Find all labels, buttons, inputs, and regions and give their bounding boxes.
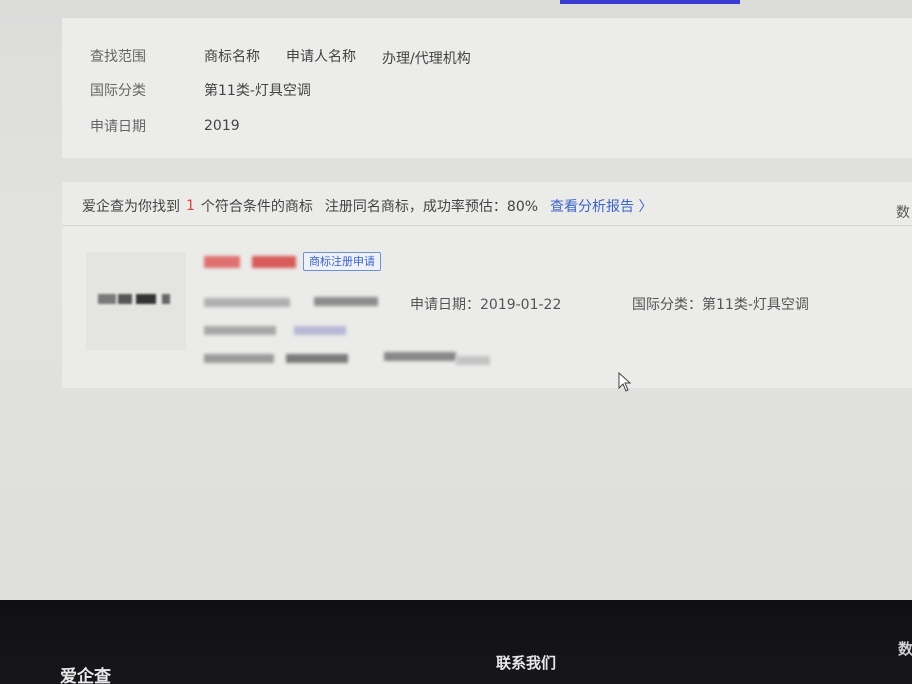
footer-brand[interactable]: 爱企查: [60, 662, 111, 684]
redacted-field: [314, 297, 378, 306]
class-value[interactable]: 第11类-灯具空调: [204, 80, 311, 100]
scope-option-trademark-name[interactable]: 商标名称: [204, 46, 260, 66]
filter-row-scope: 查找范围 商标名称 申请人名称 办理/代理机构: [90, 44, 497, 68]
filter-row-date: 申请日期 2019: [90, 116, 266, 136]
result-count: 1: [186, 198, 195, 214]
redacted-field: [204, 354, 274, 363]
scope-label: 查找范围: [90, 49, 146, 65]
trademark-name-redacted[interactable]: [204, 256, 240, 268]
apply-date: 申请日期：2019-01-22: [410, 297, 562, 313]
redacted-field: [204, 326, 276, 335]
status-badge: 商标注册申请: [303, 252, 381, 271]
redacted-field: [294, 326, 346, 335]
filter-row-class: 国际分类 第11类-灯具空调: [90, 80, 337, 100]
class-label: 国际分类: [90, 83, 146, 99]
footer-contact-link[interactable]: 联系我们: [496, 652, 556, 673]
trademark-thumbnail[interactable]: [86, 252, 186, 350]
edge-text-right: 数: [896, 205, 910, 221]
browser-viewport: 查找范围 商标名称 申请人名称 办理/代理机构 国际分类 第11类-灯具空调 申…: [0, 0, 912, 610]
filter-panel: 查找范围 商标名称 申请人名称 办理/代理机构 国际分类 第11类-灯具空调 申…: [62, 18, 912, 158]
footer-edge-text: 数: [898, 640, 912, 658]
scope-option-applicant-name[interactable]: 申请人名称: [286, 46, 356, 66]
analysis-report-link[interactable]: 查看分析报告 〉: [550, 196, 652, 216]
redacted-field: [384, 352, 456, 361]
date-value[interactable]: 2019: [204, 118, 240, 134]
success-rate-note: 注册同名商标，成功率预估：80%: [324, 199, 539, 215]
site-footer: 爱企查 联系我们 数: [0, 600, 912, 684]
mouse-cursor-icon: [618, 372, 632, 392]
top-accent-bar: [560, 0, 740, 4]
international-class: 国际分类：第11类-灯具空调: [632, 297, 809, 313]
summary-suffix: 个符合条件的商标: [200, 199, 313, 215]
redacted-field: [286, 354, 348, 363]
trademark-name-redacted-2[interactable]: [252, 256, 296, 268]
summary-divider: [62, 225, 912, 226]
date-label: 申请日期: [90, 119, 146, 135]
scope-option-agency[interactable]: 办理/代理机构: [382, 48, 471, 68]
redacted-field: [456, 356, 490, 365]
results-summary: 爱企查为你找到 1 个符合条件的商标 注册同名商标，成功率预估：80% 查看分析…: [82, 196, 653, 216]
summary-prefix: 爱企查为你找到: [82, 199, 180, 215]
redacted-field: [204, 298, 290, 307]
